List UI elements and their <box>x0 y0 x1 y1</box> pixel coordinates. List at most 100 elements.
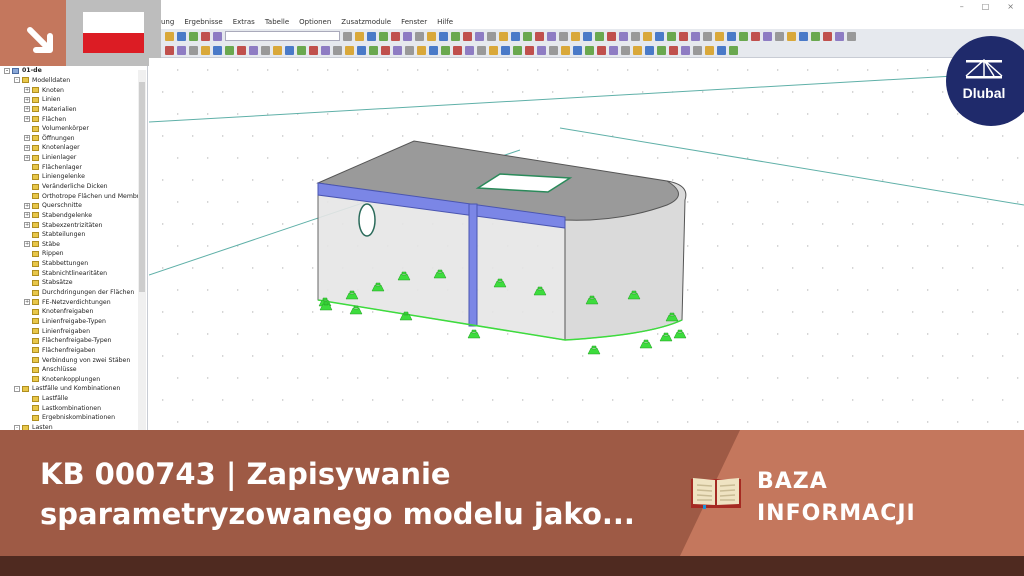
toolbar-button-icon[interactable] <box>823 31 832 41</box>
tree-item[interactable]: Linienfreigabe-Typen <box>0 317 147 327</box>
toolbar-button-icon[interactable] <box>487 31 496 41</box>
toolbar-button-icon[interactable] <box>451 31 460 41</box>
toolbar-button-icon[interactable] <box>463 31 472 41</box>
menu-item[interactable]: Hilfe <box>437 18 453 26</box>
minimize-button[interactable]: – <box>960 2 964 11</box>
menu-item[interactable]: Optionen <box>299 18 331 26</box>
toolbar-button-icon[interactable] <box>477 45 486 55</box>
tree-item[interactable]: - Lastfälle und Kombinationen <box>0 384 147 394</box>
tree-item[interactable]: + Linien <box>0 95 147 105</box>
expand-icon[interactable]: + <box>24 212 30 219</box>
toolbar-button-icon[interactable] <box>417 45 426 55</box>
expand-icon[interactable]: + <box>24 144 30 151</box>
menu-item[interactable]: Tabelle <box>265 18 289 26</box>
tree-item[interactable]: + Knoten <box>0 85 147 95</box>
tree-item[interactable]: - Lasten <box>0 423 147 430</box>
toolbar-button-icon[interactable] <box>729 45 738 55</box>
toolbar-button-icon[interactable] <box>405 45 414 55</box>
toolbar-button-icon[interactable] <box>273 45 282 55</box>
toolbar-button-icon[interactable] <box>393 45 402 55</box>
expand-icon[interactable]: + <box>24 135 30 142</box>
toolbar-button-icon[interactable] <box>633 45 642 55</box>
toolbar-button-icon[interactable] <box>717 45 726 55</box>
menu-item[interactable]: Fenster <box>401 18 427 26</box>
toolbar-button-icon[interactable] <box>511 31 520 41</box>
toolbar-button-icon[interactable] <box>189 45 198 55</box>
collapse-icon[interactable]: - <box>14 77 20 84</box>
toolbar-button-icon[interactable] <box>475 31 484 41</box>
menu-item[interactable]: Extras <box>233 18 255 26</box>
toolbar-button-icon[interactable] <box>297 45 306 55</box>
toolbar-button-icon[interactable] <box>679 31 688 41</box>
toolbar-button-icon[interactable] <box>177 45 186 55</box>
toolbar-button-icon[interactable] <box>249 45 258 55</box>
tree-scrollbar[interactable] <box>138 70 146 430</box>
toolbar-button-icon[interactable] <box>561 45 570 55</box>
toolbar-button-icon[interactable] <box>703 31 712 41</box>
tree-item[interactable]: Durchdringungen der Flächen <box>0 288 147 298</box>
toolbar-button-icon[interactable] <box>631 31 640 41</box>
toolbar-button-icon[interactable] <box>645 45 654 55</box>
toolbar-button-icon[interactable] <box>535 31 544 41</box>
toolbar-button-icon[interactable] <box>427 31 436 41</box>
toolbar-button-icon[interactable] <box>621 45 630 55</box>
toolbar-button-icon[interactable] <box>237 45 246 55</box>
toolbar-button-icon[interactable] <box>847 31 856 41</box>
tree-item[interactable]: Stabsätze <box>0 278 147 288</box>
toolbar-button-icon[interactable] <box>429 45 438 55</box>
tree-item[interactable]: Veränderliche Dicken <box>0 182 147 192</box>
toolbar-button-icon[interactable] <box>343 31 352 41</box>
tree-item[interactable]: Stabbettungen <box>0 259 147 269</box>
toolbar-button-icon[interactable] <box>739 31 748 41</box>
toolbar-button-icon[interactable] <box>775 31 784 41</box>
tree-item[interactable]: + Flächen <box>0 114 147 124</box>
toolbar-button-icon[interactable] <box>525 45 534 55</box>
toolbar-button-icon[interactable] <box>379 31 388 41</box>
toolbar-button-icon[interactable] <box>213 45 222 55</box>
toolbar-button-icon[interactable] <box>547 31 556 41</box>
toolbar-button-icon[interactable] <box>489 45 498 55</box>
tree-item[interactable]: + Stabexzentrizitäten <box>0 220 147 230</box>
tree-item[interactable]: + FE-Netzverdichtungen <box>0 297 147 307</box>
menu-item[interactable]: ung <box>161 18 174 26</box>
toolbar-button-icon[interactable] <box>811 31 820 41</box>
tree-item[interactable]: Stabteilungen <box>0 230 147 240</box>
tree-item[interactable]: Lastkombinationen <box>0 403 147 413</box>
tree-item[interactable]: Stabnichtlinearitäten <box>0 268 147 278</box>
toolbar-button-icon[interactable] <box>583 31 592 41</box>
tree-item[interactable]: Flächenfreigaben <box>0 346 147 356</box>
tree-item[interactable]: Knotenfreigaben <box>0 307 147 317</box>
toolbar-button-icon[interactable] <box>597 45 606 55</box>
maximize-button[interactable]: □ <box>982 2 990 11</box>
menu-item[interactable]: Ergebnisse <box>184 18 222 26</box>
toolbar-button-icon[interactable] <box>261 45 270 55</box>
toolbar-button-icon[interactable] <box>513 45 522 55</box>
toolbar-button-icon[interactable] <box>763 31 772 41</box>
toolbar-button-icon[interactable] <box>465 45 474 55</box>
toolbar-button-icon[interactable] <box>165 45 174 55</box>
close-button[interactable]: × <box>1007 2 1014 11</box>
tree-root[interactable]: - 01-de <box>0 66 147 76</box>
toolbar-button-icon[interactable] <box>225 45 234 55</box>
toolbar-button-icon[interactable] <box>501 45 510 55</box>
tree-item[interactable]: Volumenkörper <box>0 124 147 134</box>
toolbar-button-icon[interactable] <box>441 45 450 55</box>
toolbar-button-icon[interactable] <box>549 45 558 55</box>
toolbar-button-icon[interactable] <box>619 31 628 41</box>
toolbar-button-icon[interactable] <box>439 31 448 41</box>
toolbar-button-icon[interactable] <box>537 45 546 55</box>
3d-model-view[interactable] <box>149 58 1024 430</box>
toolbar-button-icon[interactable] <box>787 31 796 41</box>
collapse-icon[interactable]: - <box>4 67 10 74</box>
toolbar-button-icon[interactable] <box>727 31 736 41</box>
toolbar-button-icon[interactable] <box>345 45 354 55</box>
toolbar-button-icon[interactable] <box>367 31 376 41</box>
expand-icon[interactable]: + <box>24 154 30 161</box>
toolbar-button-icon[interactable] <box>165 31 174 41</box>
toolbar-button-icon[interactable] <box>655 31 664 41</box>
collapse-icon[interactable]: - <box>14 385 20 392</box>
toolbar-button-icon[interactable] <box>681 45 690 55</box>
toolbar-button-icon[interactable] <box>667 31 676 41</box>
tree-item[interactable]: Anschlüsse <box>0 365 147 375</box>
tree-item[interactable]: Linienfreigaben <box>0 326 147 336</box>
